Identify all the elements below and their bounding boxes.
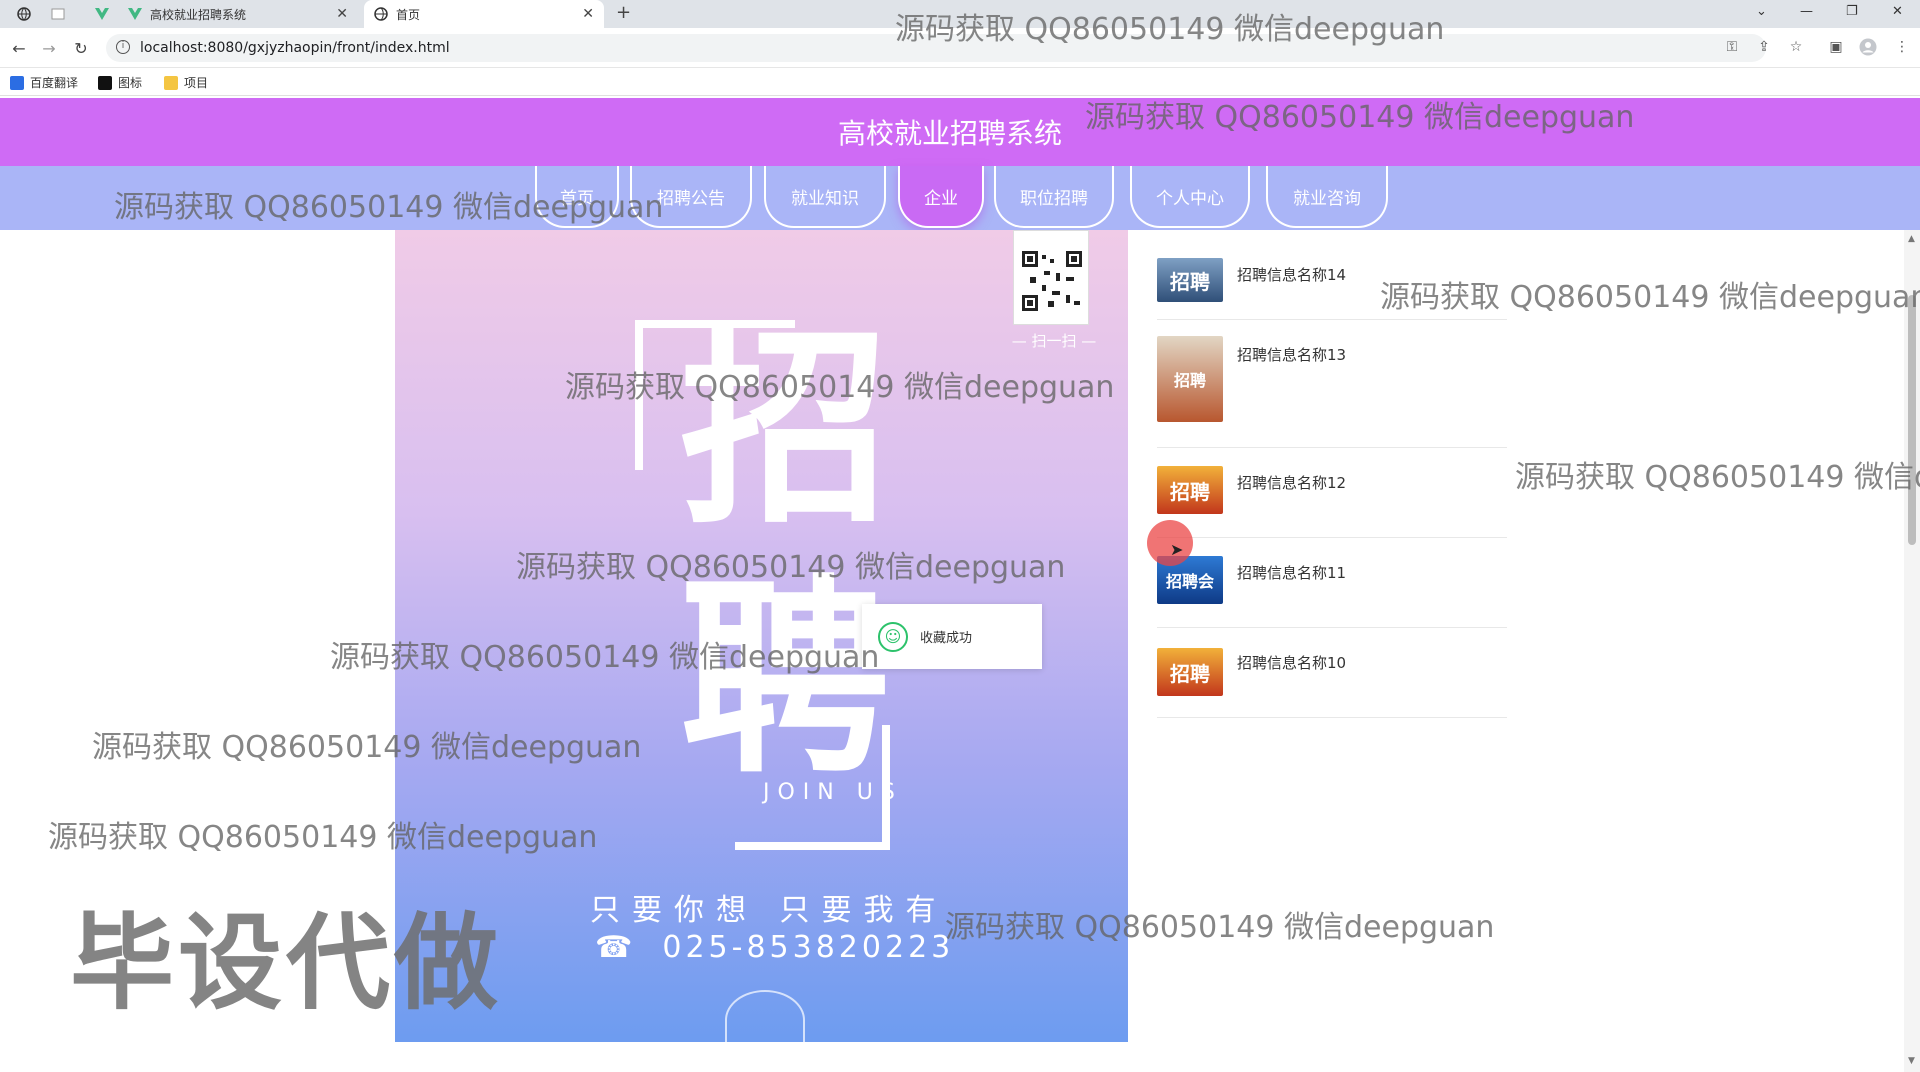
profile-icon[interactable] [1858, 37, 1878, 57]
nav-company[interactable]: 企业 [898, 166, 984, 228]
poster-joinus: JOIN US [763, 780, 903, 805]
share-icon[interactable]: ⇪ [1754, 37, 1774, 57]
watermark: 源码获取 QQ86050149 微信deepguan [945, 910, 1495, 945]
bookmark-fanyi[interactable]: 百度翻译 [10, 74, 78, 91]
vue-icon [128, 7, 142, 21]
cursor-icon: ➤ [1170, 540, 1184, 559]
menu-icon[interactable]: ⋮ [1892, 37, 1912, 57]
scroll-thumb[interactable] [1908, 295, 1916, 545]
qr-code [1013, 230, 1089, 325]
sidebar-icon[interactable]: ▣ [1826, 37, 1846, 57]
news-title[interactable]: 招聘信息名称13 [1237, 344, 1346, 365]
poster-decoration [725, 990, 805, 1042]
nav-knowledge[interactable]: 就业知识 [764, 166, 886, 228]
watermark: 源码获取 QQ86050149 微信deepguan [1515, 460, 1920, 495]
info-icon[interactable]: i [116, 40, 130, 54]
globe-icon[interactable] [16, 6, 32, 22]
chevron-down-icon[interactable]: ⌄ [1756, 4, 1767, 19]
page-scrollbar[interactable]: ▲ ▼ [1904, 230, 1920, 1072]
key-icon[interactable]: ⚿ [1722, 37, 1742, 57]
new-tab-button[interactable]: + [616, 2, 631, 23]
poster-phone: ☎ 025-853820223 [595, 930, 954, 965]
tab-home[interactable]: 首页 ✕ [364, 0, 604, 28]
toast-text: 收藏成功 [920, 631, 973, 646]
phone-number: 025-853820223 [662, 930, 955, 965]
watermark: 源码获取 QQ86050149 微信deepguan [516, 550, 1066, 585]
tab-gxjy[interactable]: 高校就业招聘系统 ✕ [128, 0, 358, 28]
folder-icon [164, 75, 178, 90]
watermark: 源码获取 QQ86050149 微信deepguan [48, 820, 598, 855]
news-title[interactable]: 招聘信息名称14 [1237, 264, 1346, 285]
restore-button[interactable]: ❐ [1846, 4, 1858, 19]
watermark: 源码获取 QQ86050149 微信deepguan [114, 190, 664, 225]
smile-icon: ☺ [878, 621, 908, 652]
nav-profile[interactable]: 个人中心 [1130, 166, 1250, 228]
watermark: 源码获取 QQ86050149 微信deepguan [1085, 100, 1635, 135]
qr-caption: — 扫一扫 — [1011, 332, 1097, 350]
star-icon[interactable]: ☆ [1786, 37, 1806, 57]
tab-label: 首页 [396, 7, 421, 22]
watermark: 源码获取 QQ86050149 微信deepguan [1380, 280, 1920, 315]
close-window-button[interactable]: ✕ [1892, 4, 1903, 19]
watermark: 源码获取 QQ86050149 微信deepguan [330, 640, 880, 675]
tab-icon[interactable] [50, 6, 66, 22]
news-thumbnail[interactable]: 招聘 [1157, 258, 1223, 302]
translate-icon [10, 75, 24, 90]
poster-char-zhao: 招 [680, 307, 891, 552]
close-icon[interactable]: ✕ [336, 6, 348, 22]
toast-message: ☺ 收藏成功 [862, 604, 1042, 669]
url-text[interactable]: localhost:8080/gxjyzhaopin/front/index.h… [140, 40, 450, 56]
nav-label: 招聘公告 [657, 188, 725, 209]
globe-icon [374, 7, 388, 21]
bookmark-label: 项目 [184, 76, 209, 90]
watermark: 源码获取 QQ86050149 微信deepguan [565, 370, 1115, 405]
nav-label: 就业知识 [791, 188, 859, 209]
news-title[interactable]: 招聘信息名称11 [1237, 562, 1346, 583]
scroll-down-icon[interactable]: ▼ [1908, 1056, 1915, 1066]
bookmark-label: 百度翻译 [30, 76, 79, 90]
bookmark-icons[interactable]: 图标 [98, 74, 142, 91]
back-button[interactable]: ← [8, 37, 30, 59]
nav-label: 个人中心 [1156, 188, 1224, 209]
vue-icon[interactable] [94, 6, 110, 22]
news-thumbnail[interactable]: 招聘 [1157, 648, 1223, 696]
close-icon[interactable]: ✕ [582, 6, 594, 22]
list-item[interactable]: 招聘会 招聘信息名称11 [1157, 538, 1507, 628]
poster-slogan: 只要你想 只要我有 [590, 893, 948, 928]
news-thumbnail[interactable]: 招聘 [1157, 466, 1223, 514]
watermark: 源码获取 QQ86050149 微信deepguan [92, 730, 642, 765]
tab-label: 高校就业招聘系统 [150, 7, 247, 22]
list-item[interactable]: 招聘 招聘信息名称12 [1157, 448, 1507, 538]
list-item[interactable]: 招聘 招聘信息名称13 [1157, 320, 1507, 448]
news-thumbnail[interactable]: 招聘 [1157, 336, 1223, 422]
news-title[interactable]: 招聘信息名称10 [1237, 652, 1346, 673]
bookmark-label: 图标 [118, 76, 143, 90]
list-item[interactable]: 招聘 招聘信息名称10 [1157, 628, 1507, 718]
bookmark-project[interactable]: 项目 [164, 74, 208, 91]
nav-label: 企业 [924, 188, 958, 209]
nav-label: 就业咨询 [1293, 188, 1361, 209]
scroll-up-icon[interactable]: ▲ [1908, 234, 1915, 244]
watermark: 源码获取 QQ86050149 微信deepguan [895, 12, 1445, 47]
minimize-button[interactable]: — [1800, 4, 1813, 19]
nav-label: 职位招聘 [1020, 188, 1088, 209]
reload-button[interactable]: ↻ [70, 37, 92, 59]
watermark-big: 毕设代做 [70, 902, 503, 1024]
phone-icon: ☎ [595, 930, 637, 965]
image-icon [98, 75, 112, 90]
forward-button[interactable]: → [38, 37, 60, 59]
nav-jobs[interactable]: 职位招聘 [994, 166, 1114, 228]
nav-consult[interactable]: 就业咨询 [1266, 166, 1388, 228]
news-title[interactable]: 招聘信息名称12 [1237, 472, 1346, 493]
